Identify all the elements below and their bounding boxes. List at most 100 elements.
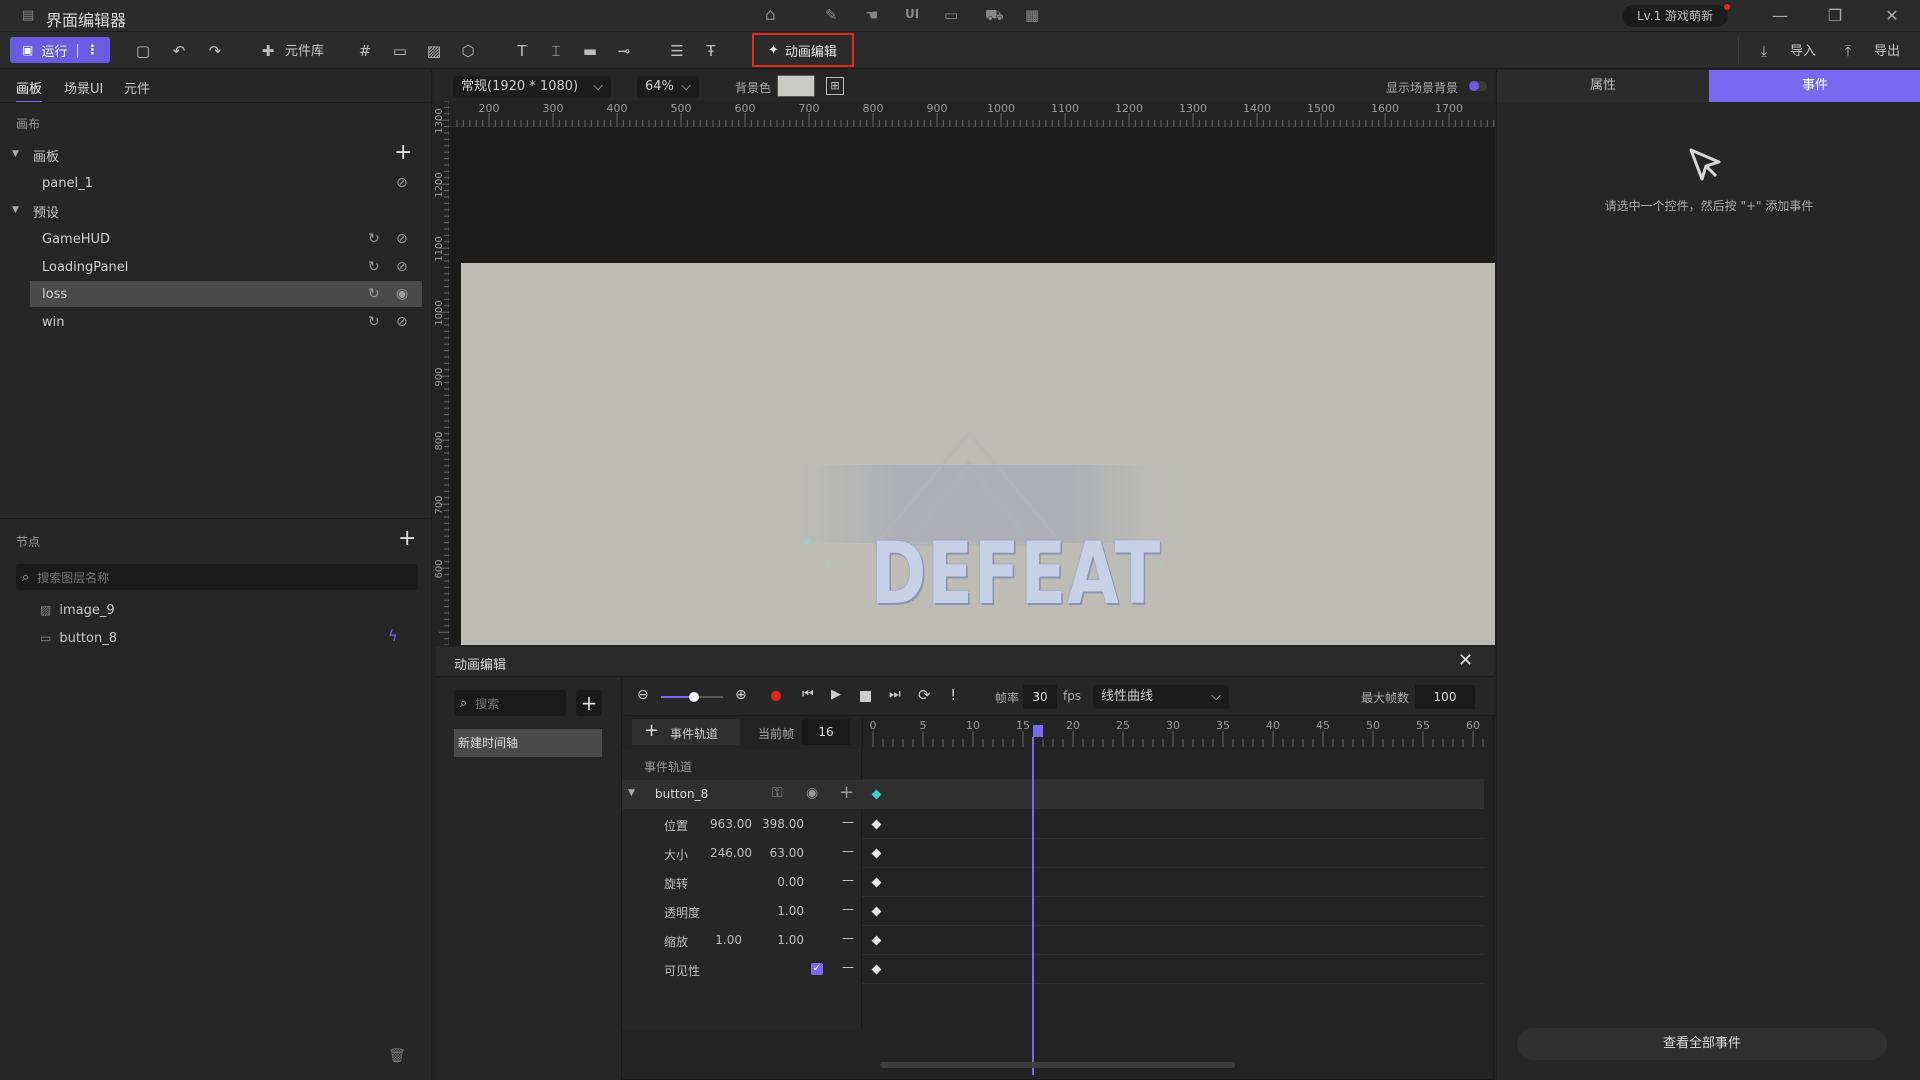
node-item-image-9[interactable]: ▨ image_9 — [40, 599, 115, 621]
add-property-button[interactable]: + — [839, 782, 854, 803]
tree-item-loadingpanel[interactable]: LoadingPanel ↻ ⊘ — [30, 254, 422, 280]
anim-editor-button[interactable]: ✦ 动画编辑 — [752, 33, 854, 67]
grid-icon[interactable]: ▦ — [1025, 6, 1039, 24]
event-track-button[interactable]: + 事件轨道 — [632, 719, 740, 745]
remove-icon[interactable]: — — [842, 815, 854, 829]
record-button[interactable] — [771, 691, 781, 701]
timeline-search-input[interactable]: ⌕ 搜索 — [454, 690, 566, 716]
edit-icon[interactable]: ✎ — [825, 6, 838, 24]
refresh-icon[interactable]: ↻ — [368, 231, 380, 247]
playhead-line[interactable] — [1032, 737, 1034, 1075]
slider-icon[interactable]: ⊸ — [612, 39, 636, 63]
collapse-icon[interactable]: ▼ — [12, 205, 19, 215]
zoom-in-icon[interactable]: ⊕ — [735, 687, 747, 703]
curve-select[interactable]: 线性曲线 ⌵ — [1093, 685, 1229, 709]
view-all-events-button[interactable]: 查看全部事件 — [1517, 1028, 1887, 1060]
property-value-x[interactable]: 963.00 — [704, 817, 752, 831]
keyframe-diamond[interactable] — [871, 848, 882, 859]
timeline-item[interactable]: 新建时间轴 — [454, 729, 602, 757]
input-icon[interactable]: ⌶ — [544, 39, 568, 63]
stop-icon[interactable] — [860, 691, 871, 702]
tree-item-panel-1[interactable]: panel_1 ⊘ — [30, 170, 422, 196]
resolution-select[interactable]: 常规(1920 * 1080) ⌵ — [453, 76, 611, 98]
rich-text-icon[interactable]: Ŧ — [699, 39, 723, 63]
remove-icon[interactable]: — — [842, 931, 854, 945]
board-group-label[interactable]: 画板 — [33, 146, 59, 165]
bg-color-swatch[interactable] — [777, 75, 815, 97]
property-value-h[interactable]: 63.00 — [756, 846, 804, 860]
eye-off-icon[interactable]: ⊘ — [396, 314, 408, 330]
remove-icon[interactable]: — — [842, 902, 854, 916]
import-button[interactable]: 导入 — [1790, 40, 1816, 59]
node-item-button-8[interactable]: ▭ button_8 — [40, 627, 117, 649]
tab-scene-ui[interactable]: 场景UI — [64, 78, 103, 97]
redo-icon[interactable]: ↷ — [203, 39, 227, 63]
refresh-icon[interactable]: ↻ — [368, 259, 380, 275]
cube-icon[interactable]: ⬡ — [456, 39, 480, 63]
keyframe-diamond[interactable] — [871, 819, 882, 830]
add-node-button[interactable]: + — [398, 526, 416, 551]
current-frame-input[interactable]: 16 — [802, 719, 850, 745]
tab-widgets[interactable]: 元件 — [124, 78, 150, 97]
play-icon[interactable]: ▶ — [831, 687, 841, 702]
tab-events[interactable]: 事件 — [1709, 70, 1920, 102]
keyframe-diamond[interactable] — [871, 906, 882, 917]
keyframe-diamond[interactable] — [871, 935, 882, 946]
keyframe-diamond[interactable] — [871, 877, 882, 888]
keyframe-diamond[interactable] — [871, 789, 882, 800]
collapse-icon[interactable]: ▼ — [628, 788, 635, 798]
property-value[interactable]: 1.00 — [756, 904, 804, 918]
eye-off-icon[interactable]: ⊘ — [396, 231, 408, 247]
ui-icon[interactable]: UI — [905, 7, 919, 21]
save-icon[interactable]: ▢ — [131, 39, 155, 63]
level-badge[interactable]: Lv.1 游戏萌新 — [1622, 5, 1728, 27]
property-value-w[interactable]: 246.00 — [704, 846, 752, 860]
tab-properties[interactable]: 属性 — [1497, 70, 1709, 102]
keyframe-diamond[interactable] — [871, 964, 882, 975]
next-frame-icon[interactable]: ⏭ — [889, 687, 901, 702]
home-icon[interactable]: ⌂ — [765, 5, 776, 25]
zoom-slider[interactable] — [661, 692, 723, 702]
restore-button[interactable]: ❐ — [1820, 4, 1850, 28]
progress-icon[interactable]: ▬ — [578, 39, 602, 63]
image-widget-icon[interactable]: ▨ — [422, 39, 446, 63]
add-timeline-button[interactable]: + — [576, 690, 602, 716]
remove-icon[interactable]: — — [842, 960, 854, 974]
close-anim-editor-button[interactable]: ✕ — [1458, 650, 1473, 671]
visibility-checkbox[interactable]: ✓ — [811, 963, 823, 975]
frame-icon[interactable]: # — [353, 39, 377, 63]
export-button[interactable]: 导出 — [1874, 40, 1900, 59]
minimize-button[interactable]: — — [1765, 4, 1795, 28]
property-value-sy[interactable]: 1.00 — [756, 933, 804, 947]
tree-item-loss[interactable]: loss ↻ ◉ — [30, 281, 422, 307]
eye-icon[interactable]: ◉ — [806, 785, 818, 801]
layer-search-input[interactable]: ⌕ 搜索图层名称 — [16, 564, 418, 590]
zoom-select[interactable]: 64% ⌵ — [637, 76, 699, 98]
pin-icon[interactable]: ǃ — [951, 686, 955, 704]
preset-group-label[interactable]: 预设 — [33, 202, 59, 221]
show-scene-bg-toggle[interactable] — [1469, 81, 1487, 91]
import-icon[interactable]: ⤓ — [1752, 39, 1776, 63]
export-icon[interactable]: ⤒ — [1836, 39, 1860, 63]
max-frames-input[interactable]: 100 — [1415, 685, 1475, 709]
library-button[interactable]: 元件库 — [285, 40, 324, 59]
lightning-icon[interactable]: ϟ — [388, 627, 398, 645]
playhead-handle[interactable] — [1033, 725, 1043, 737]
trash-icon[interactable]: 🗑 — [388, 1048, 406, 1064]
unlock-icon[interactable]: ⚿ — [772, 785, 783, 801]
node-track-header[interactable]: ▼ button_8 ⚿ ◉ + — [622, 780, 1484, 809]
eye-off-icon[interactable]: ⊘ — [396, 175, 408, 191]
list-icon[interactable]: ☰ — [665, 39, 689, 63]
property-value-y[interactable]: 398.00 — [756, 817, 804, 831]
canvas-stage[interactable]: DEFEAT — [461, 263, 1495, 645]
zoom-out-icon[interactable]: ⊖ — [637, 687, 649, 703]
folder-icon[interactable]: ▭ — [944, 6, 958, 24]
fit-icon[interactable]: ⊞ — [826, 77, 844, 95]
property-value[interactable]: 0.00 — [756, 875, 804, 889]
loop-icon[interactable]: ⟳ — [918, 686, 931, 704]
property-value-sx[interactable]: 1.00 — [702, 933, 742, 947]
eye-off-icon[interactable]: ⊘ — [396, 259, 408, 275]
frame-rate-input[interactable]: 30 — [1023, 685, 1057, 709]
tab-board[interactable]: 画板 — [16, 78, 43, 103]
add-board-button[interactable]: + — [394, 140, 412, 165]
